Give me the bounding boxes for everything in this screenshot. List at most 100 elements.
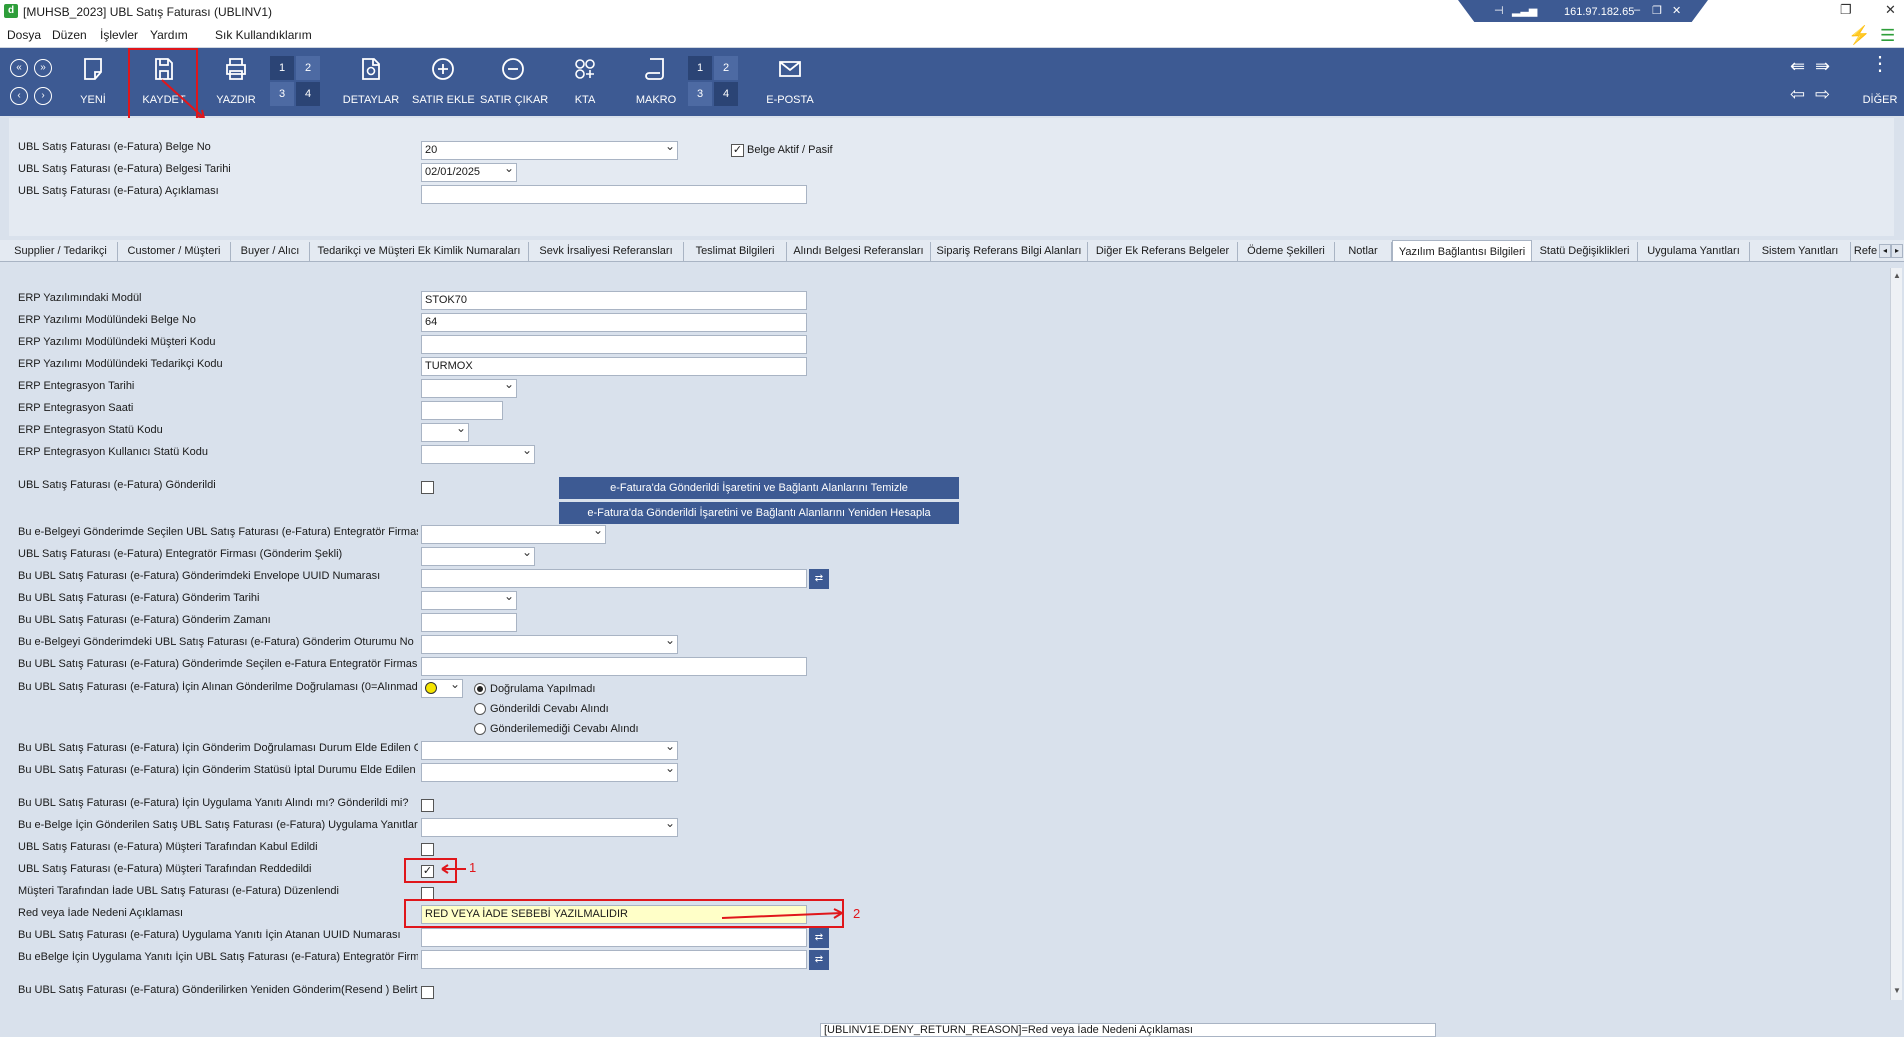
menu-islevler[interactable]: İşlevler [100, 28, 138, 42]
erp-belge-no-field[interactable]: 64 [421, 313, 807, 332]
more-button[interactable]: ⋮ DİĞER [1860, 48, 1900, 116]
tab-odeme-sekilleri[interactable]: Ödeme Şekilleri [1238, 242, 1335, 261]
tab-alindi-belgesi[interactable]: Alındı Belgesi Referansları [787, 242, 931, 261]
menu-sik-kullandiklarim[interactable]: Sık Kullandıklarım [215, 28, 312, 42]
temizle-button[interactable]: e-Fatura'da Gönderildi İşaretini ve Bağl… [559, 477, 959, 499]
envelope-uuid-field[interactable] [421, 569, 807, 588]
dogrulama-status-select[interactable] [421, 679, 463, 698]
restore-icon[interactable]: ❐ [1652, 4, 1662, 17]
belge-aktif-checkbox[interactable]: ✓ [731, 144, 744, 157]
yanit-uuid-refresh-icon[interactable]: ⇄ [809, 928, 829, 948]
hesapla-button[interactable]: e-Fatura'da Gönderildi İşaretini ve Bağl… [559, 502, 959, 524]
macro-button[interactable]: MAKRO [632, 48, 680, 116]
macro-1-button[interactable]: 1 [688, 56, 712, 80]
erp-musteri-field[interactable] [421, 335, 807, 354]
tab-referans[interactable]: Refe [1851, 242, 1880, 261]
add-row-button[interactable]: SATIR EKLE [412, 48, 475, 116]
erp-ent-kull-field[interactable] [421, 445, 535, 464]
radio-gonderilemedi-cevabi[interactable] [474, 723, 486, 735]
details-button[interactable]: DETAYLAR [342, 48, 400, 116]
layout-4-button[interactable]: 4 [296, 82, 320, 106]
dogrulama-durum-field[interactable] [421, 741, 678, 760]
tab-yazilim-baglantisi[interactable]: Yazılım Bağlantısı Bilgileri [1392, 240, 1532, 261]
tab-teslimat[interactable]: Teslimat Bilgileri [684, 242, 787, 261]
prev-page-icon[interactable]: ⇦ [1790, 84, 1805, 105]
gonderildi-checkbox[interactable] [421, 481, 434, 494]
next-record-icon[interactable]: › [34, 87, 52, 105]
next-page-icon[interactable]: ⇨ [1815, 84, 1830, 105]
tab-sistem-yanitlari[interactable]: Sistem Yanıtları [1750, 242, 1851, 261]
window-restore-icon[interactable]: ❐ [1840, 2, 1852, 18]
yanit-firma-field[interactable] [421, 950, 807, 969]
tab-diger-ek-referans[interactable]: Diğer Ek Referans Belgeler [1088, 242, 1238, 261]
last-page-icon[interactable]: ⇛ [1815, 56, 1830, 77]
uyg-yanit-gond-field[interactable] [421, 818, 678, 837]
hamburger-menu-icon[interactable]: ☰ [1880, 26, 1895, 46]
print-button[interactable]: YAZDIR [212, 48, 260, 116]
tab-scroll-right-icon[interactable]: ▸ [1891, 244, 1903, 258]
tab-buyer[interactable]: Buyer / Alıcı [231, 242, 310, 261]
tab-supplier[interactable]: Supplier / Tedarikçi [4, 242, 118, 261]
erp-tedarikci-label: ERP Yazılımı Modülündeki Tedarikçi Kodu [18, 358, 223, 370]
erp-ent-statu-label: ERP Entegrasyon Statü Kodu [18, 424, 163, 436]
belge-tarihi-field[interactable]: 02/01/2025 [421, 163, 517, 182]
iptal-durum-field[interactable] [421, 763, 678, 782]
erp-ent-statu-field[interactable] [421, 423, 469, 442]
envelope-uuid-refresh-icon[interactable]: ⇄ [809, 569, 829, 589]
tab-notlar[interactable]: Notlar [1335, 242, 1392, 261]
remove-row-button[interactable]: SATIR ÇIKAR [480, 48, 548, 116]
last-record-icon[interactable]: » [34, 59, 52, 77]
new-button[interactable]: YENİ [70, 48, 116, 116]
secilen-firma-field[interactable] [421, 657, 807, 676]
scroll-down-icon[interactable]: ▼ [1892, 986, 1902, 995]
tab-ek-kimlik[interactable]: Tedarikçi ve Müşteri Ek Kimlik Numaralar… [310, 242, 529, 261]
email-button[interactable]: E-POSTA [762, 48, 818, 116]
scroll-up-icon[interactable]: ▲ [1892, 271, 1902, 280]
vertical-scrollbar[interactable]: ▲ ▼ [1890, 268, 1902, 1000]
minimize-icon[interactable]: – [1634, 4, 1640, 16]
belge-no-field[interactable]: 20 [421, 141, 678, 160]
kta-button[interactable]: KTA [564, 48, 606, 116]
layout-1-button[interactable]: 1 [270, 56, 294, 80]
tab-statu-degisiklikleri[interactable]: Statü Değişiklikleri [1532, 242, 1638, 261]
yanit-uuid-field[interactable] [421, 928, 807, 947]
erp-tedarikci-field[interactable]: TURMOX [421, 357, 807, 376]
erp-ent-saati-field[interactable] [421, 401, 503, 420]
menu-duzen[interactable]: Düzen [52, 28, 87, 42]
pin-icon[interactable]: ⊣ [1494, 4, 1504, 17]
gonderim-sekli-field[interactable] [421, 547, 535, 566]
first-record-icon[interactable]: « [10, 59, 28, 77]
erp-modul-field[interactable]: STOK70 [421, 291, 807, 310]
tab-sevk-irsaliyesi[interactable]: Sevk İrsaliyesi Referansları [529, 242, 684, 261]
menu-yardim[interactable]: Yardım [150, 28, 188, 42]
tab-customer[interactable]: Customer / Müşteri [118, 242, 231, 261]
gonderim-oturum-field[interactable] [421, 635, 678, 654]
menu-dosya[interactable]: Dosya [7, 28, 41, 42]
window-close-icon[interactable]: ✕ [1885, 2, 1896, 18]
erp-ent-tarihi-field[interactable] [421, 379, 517, 398]
annotation-label-2: 2 [853, 906, 861, 921]
tab-siparis-referans[interactable]: Sipariş Referans Bilgi Alanları [931, 242, 1088, 261]
layout-3-button[interactable]: 3 [270, 82, 294, 106]
bolt-icon[interactable]: ⚡ [1848, 25, 1870, 46]
gonderim-tarihi-field[interactable] [421, 591, 517, 610]
resend-checkbox[interactable] [421, 986, 434, 999]
close-icon[interactable]: ✕ [1672, 4, 1681, 17]
tab-scroll-left-icon[interactable]: ◂ [1879, 244, 1891, 258]
aciklama-field[interactable] [421, 185, 807, 204]
macro-2-button[interactable]: 2 [714, 56, 738, 80]
radio-dogrulama-yapilmadi[interactable] [474, 683, 486, 695]
gonderim-zamani-field[interactable] [421, 613, 517, 632]
document-search-icon [362, 58, 380, 80]
uyg-yanit-checkbox[interactable] [421, 799, 434, 812]
entegrator-firma-field[interactable] [421, 525, 606, 544]
tab-uygulama-yanitlari[interactable]: Uygulama Yanıtları [1638, 242, 1750, 261]
first-page-icon[interactable]: ⇚ [1790, 56, 1805, 77]
macro-4-button[interactable]: 4 [714, 82, 738, 106]
prev-record-icon[interactable]: ‹ [10, 87, 28, 105]
macro-3-button[interactable]: 3 [688, 82, 712, 106]
yanit-firma-refresh-icon[interactable]: ⇄ [809, 950, 829, 970]
kabul-checkbox[interactable] [421, 843, 434, 856]
layout-2-button[interactable]: 2 [296, 56, 320, 80]
radio-gonderildi-cevabi[interactable] [474, 703, 486, 715]
